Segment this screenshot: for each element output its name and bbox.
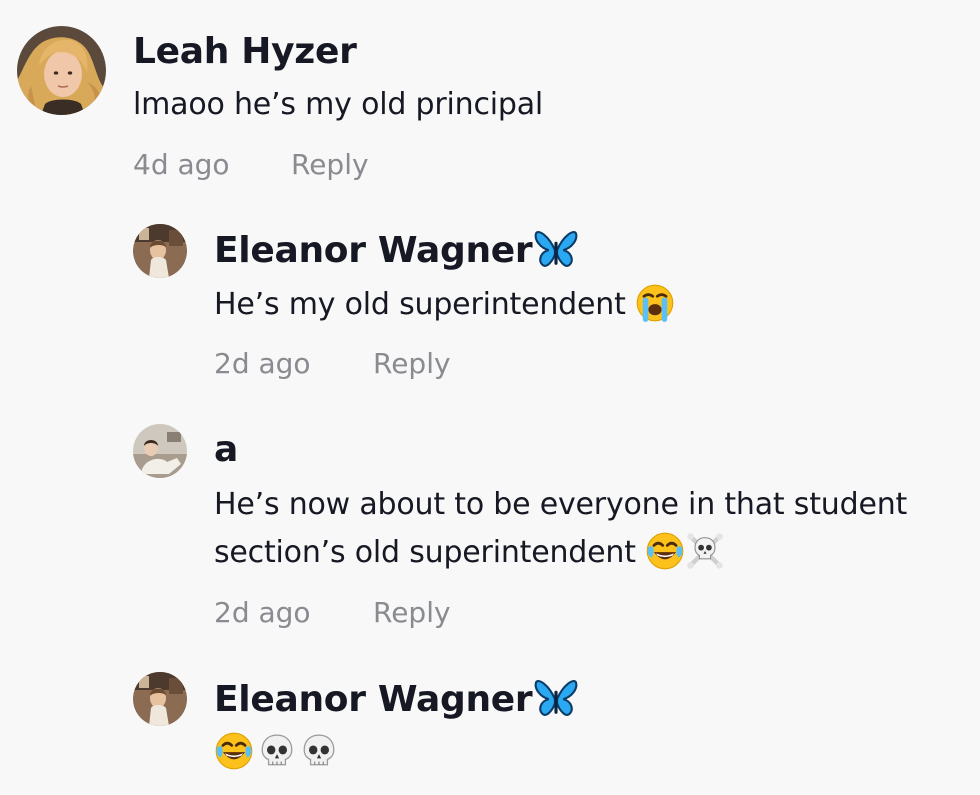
- avatar[interactable]: [133, 224, 187, 278]
- comment-timestamp: 2d ago: [214, 596, 311, 629]
- author-name: Eleanor Wagner: [214, 230, 533, 271]
- butterfly-icon: [534, 676, 578, 718]
- comment-author[interactable]: Eleanor Wagner: [214, 680, 578, 722]
- reply-button[interactable]: Reply: [291, 151, 369, 179]
- comment-item: a He’s now about to be everyone in that …: [0, 400, 980, 650]
- avatar[interactable]: [133, 672, 187, 726]
- comment-timestamp: 2d ago: [214, 347, 311, 380]
- loudly-crying-face-icon: [635, 283, 675, 323]
- comment-item: Eleanor Wagner: [0, 650, 980, 795]
- comment-timestamp: 4d ago: [133, 148, 230, 181]
- skull-icon: [258, 732, 296, 770]
- skull-icon: [300, 732, 338, 770]
- tears-of-joy-icon: [645, 531, 685, 571]
- comment-text-line-2: section’s old superintendent: [214, 528, 725, 577]
- comment-author[interactable]: Leah Hyzer: [133, 34, 357, 70]
- avatar[interactable]: [17, 26, 106, 115]
- reply-button[interactable]: Reply: [373, 599, 451, 627]
- comment-text: lmaoo he’s my old principal: [133, 87, 544, 122]
- comment-text: [214, 728, 338, 777]
- avatar[interactable]: [133, 424, 187, 478]
- butterfly-icon: [534, 227, 578, 269]
- skull-and-crossbones-icon: [685, 531, 725, 571]
- comment-text-line-1: He’s now about to be everyone in that st…: [214, 487, 908, 522]
- author-name: Eleanor Wagner: [214, 679, 533, 720]
- comment-author[interactable]: Eleanor Wagner: [214, 231, 578, 273]
- tears-of-joy-icon: [214, 731, 254, 771]
- comment-text-content: He’s my old superintendent: [214, 287, 626, 322]
- comment-author[interactable]: a: [214, 432, 238, 468]
- comment-text: He’s my old superintendent: [214, 280, 675, 329]
- comment-item: Leah Hyzer lmaoo he’s my old principal 4…: [0, 0, 980, 200]
- comment-item: Eleanor Wagner He’s my old superintenden…: [0, 200, 980, 400]
- comment-text-content: section’s old superintendent: [214, 535, 636, 570]
- reply-button[interactable]: Reply: [373, 350, 451, 378]
